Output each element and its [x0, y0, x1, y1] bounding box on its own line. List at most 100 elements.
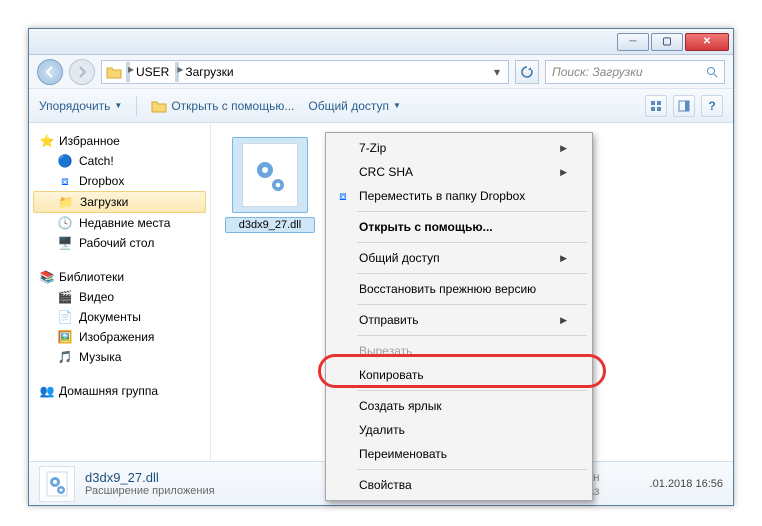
- breadcrumb-seg-user[interactable]: USER: [130, 65, 175, 79]
- folder-icon: [106, 65, 122, 79]
- sidebar-item-video[interactable]: 🎬Видео: [33, 287, 206, 307]
- dropbox-icon: ⧈: [57, 173, 73, 189]
- minimize-button[interactable]: ─: [617, 33, 649, 51]
- context-item[interactable]: Создать ярлык: [329, 394, 589, 418]
- context-separator: [357, 304, 587, 305]
- desktop-icon: 🖥️: [57, 235, 73, 251]
- sidebar-item-downloads[interactable]: 📁Загрузки: [33, 191, 206, 213]
- address-dropdown[interactable]: ▾: [490, 65, 504, 79]
- sidebar-item-pictures[interactable]: 🖼️Изображения: [33, 327, 206, 347]
- context-item-label: Удалить: [359, 423, 405, 437]
- status-filetype: Расширение приложения: [85, 485, 215, 497]
- status-text: d3dx9_27.dll Расширение приложения: [85, 470, 215, 497]
- submenu-arrow-icon: ▶: [560, 315, 567, 326]
- recent-icon: 🕓: [57, 215, 73, 231]
- file-name-label: d3dx9_27.dll: [225, 217, 315, 233]
- context-item[interactable]: Восстановить прежнюю версию: [329, 277, 589, 301]
- context-item[interactable]: Отправить ▶: [329, 308, 589, 332]
- submenu-arrow-icon: ▶: [560, 167, 567, 178]
- file-thumbnail: [232, 137, 308, 213]
- context-item-label: 7-Zip: [359, 141, 386, 155]
- context-separator: [357, 335, 587, 336]
- context-separator: [357, 273, 587, 274]
- share-button[interactable]: Общий доступ▼: [308, 99, 401, 113]
- sidebar-item-music[interactable]: 🎵Музыка: [33, 347, 206, 367]
- sidebar-item-catch[interactable]: 🔵Catch!: [33, 151, 206, 171]
- submenu-arrow-icon: ▶: [560, 253, 567, 264]
- file-item[interactable]: d3dx9_27.dll: [225, 137, 315, 233]
- music-icon: 🎵: [57, 349, 73, 365]
- maximize-button[interactable]: ▢: [651, 33, 683, 51]
- search-icon: [706, 66, 718, 78]
- favorites-group: ⭐ Избранное 🔵Catch! ⧈Dropbox 📁Загрузки 🕓…: [33, 131, 206, 253]
- context-item-label: Восстановить прежнюю версию: [359, 282, 536, 296]
- context-item[interactable]: ⧈ Переместить в папку Dropbox: [329, 184, 589, 208]
- breadcrumb-seg-downloads[interactable]: Загрузки: [179, 65, 239, 79]
- library-icon: 📚: [39, 269, 55, 285]
- search-placeholder: Поиск: Загрузки: [552, 65, 643, 79]
- status-filename: d3dx9_27.dll: [85, 470, 215, 485]
- context-item-label: Свойства: [359, 478, 412, 492]
- context-item-label: Создать ярлык: [359, 399, 442, 413]
- organize-button[interactable]: Упорядочить▼: [39, 99, 122, 113]
- context-item-label: Открыть с помощью...: [359, 220, 493, 234]
- open-with-button[interactable]: Открыть с помощью...: [151, 99, 294, 113]
- video-icon: 🎬: [57, 289, 73, 305]
- address-bar[interactable]: ▸ USER ▸ Загрузки ▾: [101, 60, 509, 84]
- status-date-value: .01.2018 16:56: [650, 478, 723, 490]
- context-item-label: Переместить в папку Dropbox: [359, 189, 525, 203]
- back-button[interactable]: [37, 59, 63, 85]
- picture-icon: 🖼️: [57, 329, 73, 345]
- context-item[interactable]: Удалить: [329, 418, 589, 442]
- context-item[interactable]: Вырезать: [329, 339, 589, 363]
- context-item[interactable]: Общий доступ ▶: [329, 246, 589, 270]
- homegroup-group: 👥 Домашняя группа: [33, 381, 206, 401]
- catch-icon: 🔵: [57, 153, 73, 169]
- context-separator: [357, 390, 587, 391]
- context-item-label: Отправить: [359, 313, 419, 327]
- context-item-label: Копировать: [359, 368, 424, 382]
- document-icon: 📄: [57, 309, 73, 325]
- sidebar-item-desktop[interactable]: 🖥️Рабочий стол: [33, 233, 206, 253]
- separator: [136, 96, 137, 116]
- context-item-label: Общий доступ: [359, 251, 440, 265]
- view-button[interactable]: [645, 95, 667, 117]
- help-button[interactable]: ?: [701, 95, 723, 117]
- close-button[interactable]: ✕: [685, 33, 729, 51]
- context-item[interactable]: Переименовать: [329, 442, 589, 466]
- forward-button[interactable]: [69, 59, 95, 85]
- status-file-icon: [39, 466, 75, 502]
- nav-row: ▸ USER ▸ Загрузки ▾ Поиск: Загрузки: [29, 55, 733, 89]
- context-item[interactable]: CRC SHA ▶: [329, 160, 589, 184]
- dropbox-icon: ⧈: [335, 188, 351, 204]
- folder-icon: 📁: [58, 194, 74, 210]
- libraries-group: 📚 Библиотеки 🎬Видео 📄Документы 🖼️Изображ…: [33, 267, 206, 367]
- sidebar: ⭐ Избранное 🔵Catch! ⧈Dropbox 📁Загрузки 🕓…: [29, 123, 211, 461]
- search-input[interactable]: Поиск: Загрузки: [545, 60, 725, 84]
- favorites-title[interactable]: ⭐ Избранное: [33, 131, 206, 151]
- preview-pane-button[interactable]: [673, 95, 695, 117]
- sidebar-item-documents[interactable]: 📄Документы: [33, 307, 206, 327]
- context-separator: [357, 469, 587, 470]
- context-item-label: CRC SHA: [359, 165, 413, 179]
- context-separator: [357, 211, 587, 212]
- sidebar-item-dropbox[interactable]: ⧈Dropbox: [33, 171, 206, 191]
- open-icon: [151, 99, 167, 113]
- libraries-title[interactable]: 📚 Библиотеки: [33, 267, 206, 287]
- refresh-button[interactable]: [515, 60, 539, 84]
- star-icon: ⭐: [39, 133, 55, 149]
- context-item[interactable]: Открыть с помощью...: [329, 215, 589, 239]
- toolbar: Упорядочить▼ Открыть с помощью... Общий …: [29, 89, 733, 123]
- context-item-label: Вырезать: [359, 344, 412, 358]
- homegroup-title[interactable]: 👥 Домашняя группа: [33, 381, 206, 401]
- context-item-label: Переименовать: [359, 447, 447, 461]
- context-separator: [357, 242, 587, 243]
- submenu-arrow-icon: ▶: [560, 143, 567, 154]
- context-menu: 7-Zip ▶ CRC SHA ▶ ⧈ Переместить в папку Dropb…: [325, 132, 593, 501]
- homegroup-icon: 👥: [39, 383, 55, 399]
- sidebar-item-recent[interactable]: 🕓Недавние места: [33, 213, 206, 233]
- context-item[interactable]: 7-Zip ▶: [329, 136, 589, 160]
- context-item[interactable]: Свойства: [329, 473, 589, 497]
- titlebar: ─ ▢ ✕: [29, 29, 733, 55]
- context-item[interactable]: Копировать: [329, 363, 589, 387]
